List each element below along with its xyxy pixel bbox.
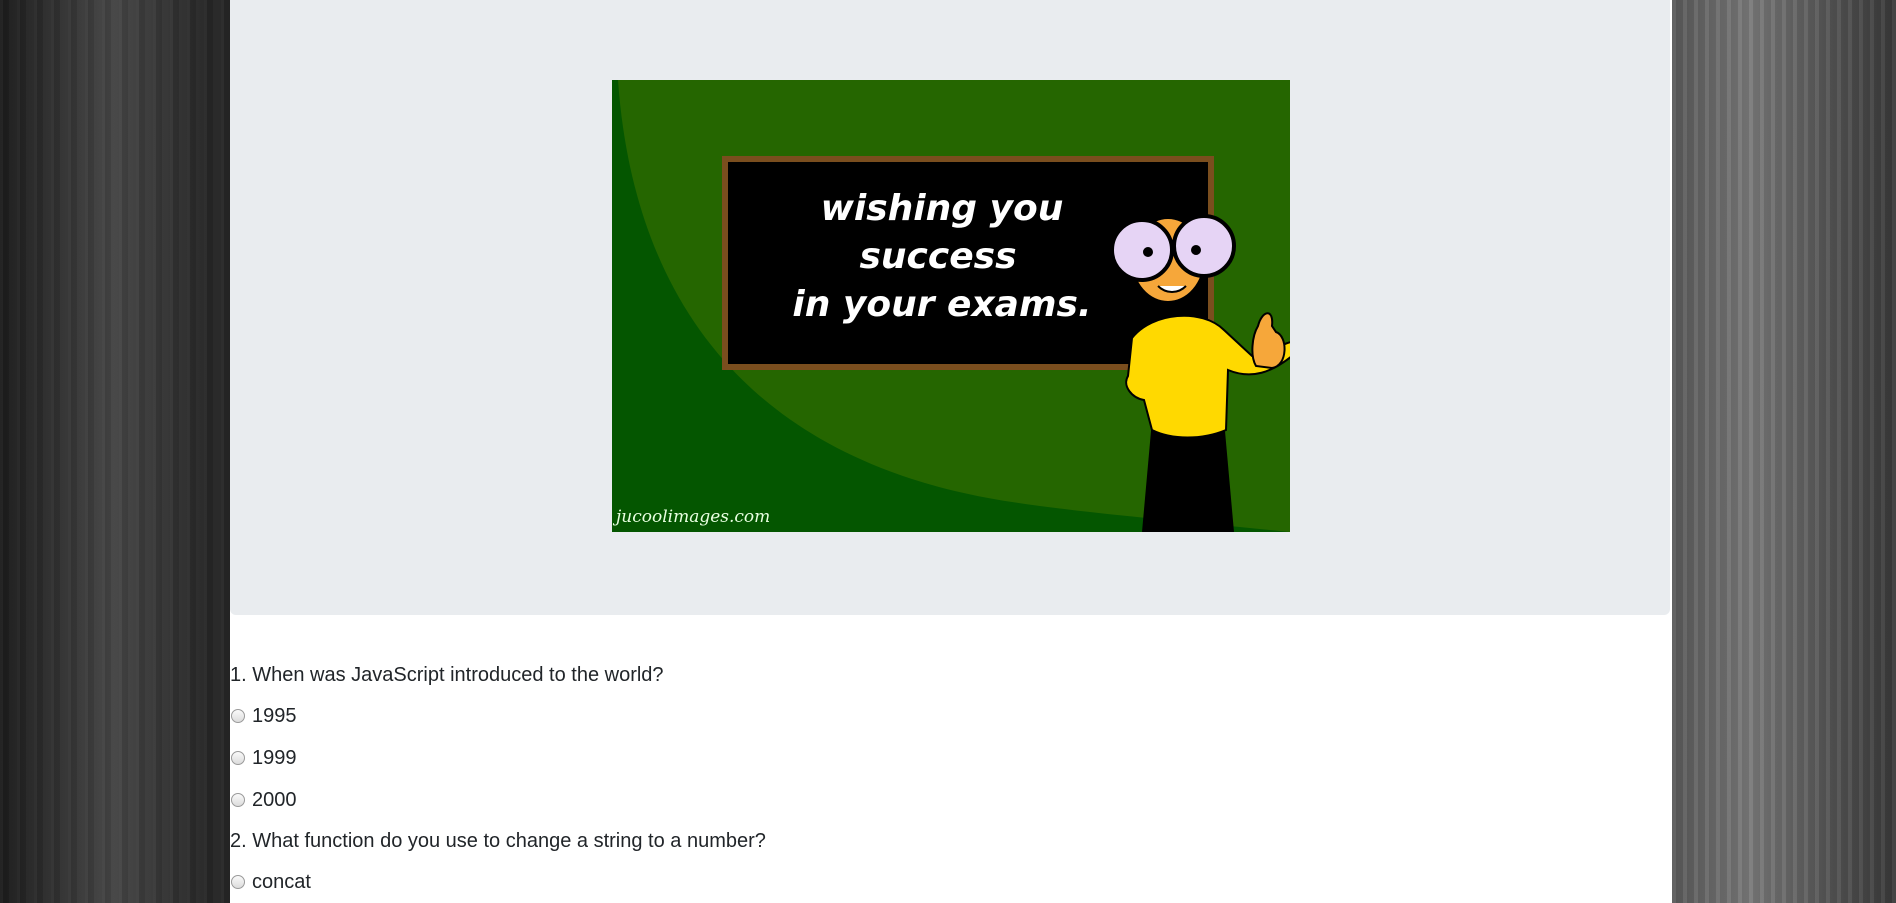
question-2: 2. What function do you use to change a … [230,821,1670,903]
background-right-panel [1672,0,1896,903]
answer-option[interactable]: 1999 [230,737,1670,779]
quiz-form: 1. When was JavaScript introduced to the… [230,655,1670,903]
answer-option[interactable]: concat [230,861,1670,903]
chalkboard-line-3: in your exams. [792,284,1091,325]
question-1: 1. When was JavaScript introduced to the… [230,655,1670,821]
radio-button[interactable] [231,709,245,723]
chalkboard-line-2: success [859,236,1016,277]
answer-option-label: concat [252,870,311,893]
answer-option[interactable]: 2000 [230,779,1670,821]
answer-option-label: 1995 [252,704,297,727]
banner-watermark: jucoolimages.com [612,507,770,527]
answer-option-label: 1999 [252,746,297,769]
answer-option[interactable]: 1995 [230,695,1670,737]
header-jumbotron: wishing you success in your exams. jucoo… [230,0,1670,615]
radio-button[interactable] [231,751,245,765]
exam-success-banner-image: wishing you success in your exams. jucoo… [612,80,1290,532]
question-text: 2. What function do you use to change a … [230,830,766,852]
chalkboard-line-1: wishing you [821,188,1064,229]
page-container: wishing you success in your exams. jucoo… [230,0,1672,903]
question-text: 1. When was JavaScript introduced to the… [230,664,664,686]
answer-option-label: 2000 [252,788,297,811]
radio-button[interactable] [231,875,245,889]
radio-button[interactable] [231,793,245,807]
